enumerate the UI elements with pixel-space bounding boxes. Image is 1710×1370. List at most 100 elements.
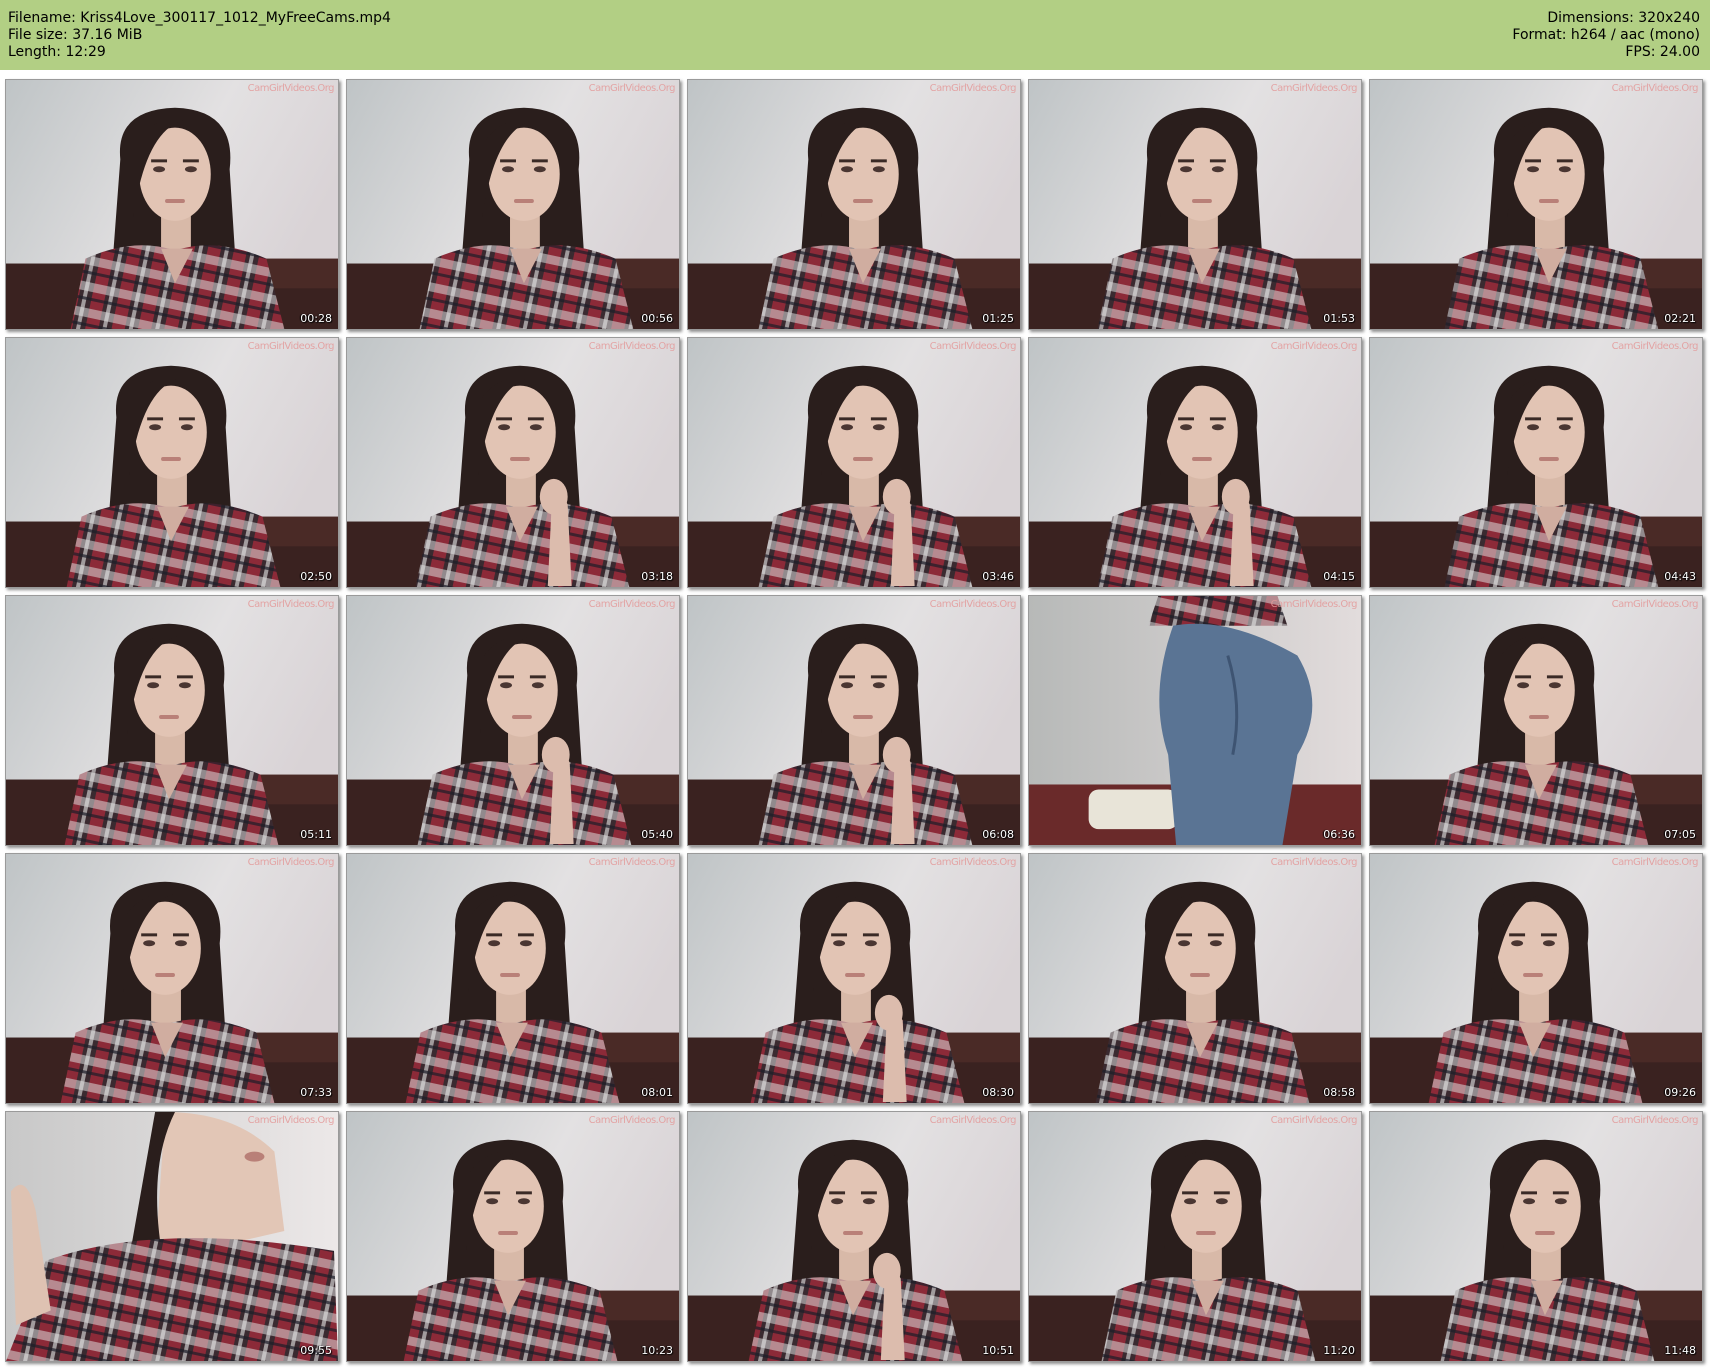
watermark-text: CamGirlVideos.Org: [929, 857, 1017, 868]
frame-image: [688, 596, 1020, 845]
frame-image: [688, 854, 1020, 1103]
watermark-text: CamGirlVideos.Org: [588, 1115, 676, 1126]
watermark-text: CamGirlVideos.Org: [588, 83, 676, 94]
frame-timestamp: 05:40: [641, 828, 673, 841]
video-frame-thumbnail: CamGirlVideos.Org 05:11: [5, 595, 339, 846]
frame-timestamp: 00:56: [641, 312, 673, 325]
video-frame-thumbnail: CamGirlVideos.Org 02:50: [5, 337, 339, 588]
frame-timestamp: 10:51: [982, 1344, 1014, 1357]
frame-timestamp: 05:11: [300, 828, 332, 841]
video-frame-thumbnail: CamGirlVideos.Org 07:33: [5, 853, 339, 1104]
watermark-text: CamGirlVideos.Org: [247, 1115, 335, 1126]
frame-image: [1370, 80, 1702, 329]
frame-timestamp: 06:36: [1323, 828, 1355, 841]
watermark-text: CamGirlVideos.Org: [1611, 1115, 1699, 1126]
frame-timestamp: 06:08: [982, 828, 1014, 841]
frame-timestamp: 01:25: [982, 312, 1014, 325]
frame-timestamp: 11:20: [1323, 1344, 1355, 1357]
video-frame-thumbnail: CamGirlVideos.Org 07:05: [1369, 595, 1703, 846]
frame-image: [1029, 80, 1361, 329]
video-frame-thumbnail: CamGirlVideos.Org 10:23: [346, 1111, 680, 1362]
watermark-text: CamGirlVideos.Org: [929, 599, 1017, 610]
watermark-text: CamGirlVideos.Org: [1270, 1115, 1358, 1126]
video-frame-thumbnail: CamGirlVideos.Org 03:46: [687, 337, 1021, 588]
video-frame-thumbnail: CamGirlVideos.Org 08:58: [1028, 853, 1362, 1104]
video-frame-thumbnail: CamGirlVideos.Org 09:26: [1369, 853, 1703, 1104]
frame-timestamp: 09:55: [300, 1344, 332, 1357]
watermark-text: CamGirlVideos.Org: [929, 83, 1017, 94]
frame-image: [6, 80, 338, 329]
frame-image: [6, 338, 338, 587]
watermark-text: CamGirlVideos.Org: [1270, 857, 1358, 868]
watermark-text: CamGirlVideos.Org: [247, 83, 335, 94]
video-frame-thumbnail: CamGirlVideos.Org 03:18: [346, 337, 680, 588]
video-frame-thumbnail: CamGirlVideos.Org 00:28: [5, 79, 339, 330]
video-frame-thumbnail: CamGirlVideos.Org 11:48: [1369, 1111, 1703, 1362]
thumbnail-grid: CamGirlVideos.Org 00:28 CamGirlVideos.Org 0…: [0, 0, 1710, 1370]
video-frame-thumbnail: CamGirlVideos.Org 00:56: [346, 79, 680, 330]
watermark-text: CamGirlVideos.Org: [1611, 599, 1699, 610]
frame-timestamp: 03:46: [982, 570, 1014, 583]
watermark-text: CamGirlVideos.Org: [1611, 83, 1699, 94]
watermark-text: CamGirlVideos.Org: [247, 341, 335, 352]
watermark-text: CamGirlVideos.Org: [247, 599, 335, 610]
watermark-text: CamGirlVideos.Org: [1611, 857, 1699, 868]
frame-timestamp: 07:05: [1664, 828, 1696, 841]
frame-timestamp: 09:26: [1664, 1086, 1696, 1099]
frame-image: [347, 854, 679, 1103]
frame-timestamp: 08:30: [982, 1086, 1014, 1099]
video-frame-thumbnail: CamGirlVideos.Org 08:01: [346, 853, 680, 1104]
video-frame-thumbnail: CamGirlVideos.Org 01:25: [687, 79, 1021, 330]
frame-timestamp: 08:01: [641, 1086, 673, 1099]
frame-image: [1029, 1112, 1361, 1361]
watermark-text: CamGirlVideos.Org: [929, 1115, 1017, 1126]
frame-image: [6, 596, 338, 845]
frame-image: [1370, 854, 1702, 1103]
watermark-text: CamGirlVideos.Org: [929, 341, 1017, 352]
watermark-text: CamGirlVideos.Org: [588, 599, 676, 610]
frame-timestamp: 00:28: [300, 312, 332, 325]
watermark-text: CamGirlVideos.Org: [588, 857, 676, 868]
frame-timestamp: 03:18: [641, 570, 673, 583]
video-frame-thumbnail: CamGirlVideos.Org 02:21: [1369, 79, 1703, 330]
frame-image: [347, 1112, 679, 1361]
video-frame-thumbnail: CamGirlVideos.Org 06:36: [1028, 595, 1362, 846]
frame-timestamp: 02:50: [300, 570, 332, 583]
frame-timestamp: 07:33: [300, 1086, 332, 1099]
frame-image: [347, 80, 679, 329]
watermark-text: CamGirlVideos.Org: [588, 341, 676, 352]
frame-image: [1370, 596, 1702, 845]
frame-image: [688, 80, 1020, 329]
video-frame-thumbnail: CamGirlVideos.Org 04:43: [1369, 337, 1703, 588]
frame-image: [1370, 338, 1702, 587]
watermark-text: CamGirlVideos.Org: [1270, 599, 1358, 610]
video-frame-thumbnail: CamGirlVideos.Org 05:40: [346, 595, 680, 846]
frame-image: [6, 1112, 338, 1361]
watermark-text: CamGirlVideos.Org: [1270, 341, 1358, 352]
frame-timestamp: 02:21: [1664, 312, 1696, 325]
video-frame-thumbnail: CamGirlVideos.Org 08:30: [687, 853, 1021, 1104]
watermark-text: CamGirlVideos.Org: [247, 857, 335, 868]
frame-timestamp: 08:58: [1323, 1086, 1355, 1099]
frame-image: [1029, 338, 1361, 587]
video-frame-thumbnail: CamGirlVideos.Org 04:15: [1028, 337, 1362, 588]
frame-image: [688, 1112, 1020, 1361]
watermark-text: CamGirlVideos.Org: [1270, 83, 1358, 94]
frame-timestamp: 04:15: [1323, 570, 1355, 583]
video-frame-thumbnail: CamGirlVideos.Org 06:08: [687, 595, 1021, 846]
watermark-text: CamGirlVideos.Org: [1611, 341, 1699, 352]
frame-image: [1029, 854, 1361, 1103]
frame-image: [1370, 1112, 1702, 1361]
frame-timestamp: 04:43: [1664, 570, 1696, 583]
frame-image: [347, 338, 679, 587]
video-frame-thumbnail: CamGirlVideos.Org 01:53: [1028, 79, 1362, 330]
video-frame-thumbnail: CamGirlVideos.Org 09:55: [5, 1111, 339, 1362]
frame-timestamp: 01:53: [1323, 312, 1355, 325]
frame-timestamp: 11:48: [1664, 1344, 1696, 1357]
frame-image: [6, 854, 338, 1103]
frame-image: [1029, 596, 1361, 845]
frame-image: [347, 596, 679, 845]
video-frame-thumbnail: CamGirlVideos.Org 10:51: [687, 1111, 1021, 1362]
frame-timestamp: 10:23: [641, 1344, 673, 1357]
frame-image: [688, 338, 1020, 587]
